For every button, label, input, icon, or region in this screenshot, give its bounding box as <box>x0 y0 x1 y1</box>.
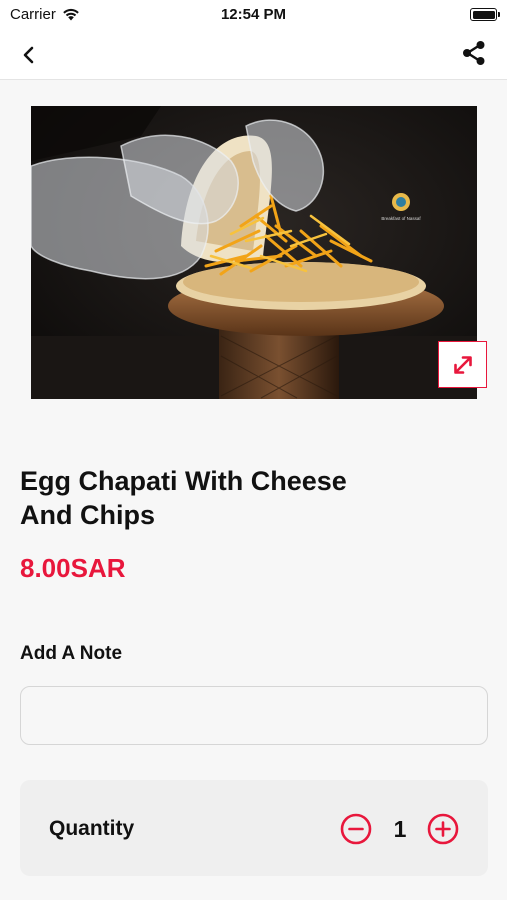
product-image[interactable]: Breakfast of Nassaf <box>31 106 477 399</box>
image-logo-text: Breakfast of Nassaf <box>381 216 421 221</box>
share-icon <box>463 41 485 65</box>
plus-circle-icon <box>427 813 459 845</box>
expand-image-button[interactable] <box>438 341 487 388</box>
note-input[interactable] <box>20 686 488 745</box>
product-title: Egg Chapati With Cheese And Chips <box>20 464 400 532</box>
product-price: 8.00SAR <box>20 553 126 583</box>
chevron-left-icon <box>23 46 34 64</box>
status-bar: Carrier 12:54 PM <box>0 0 507 30</box>
quantity-label: Quantity <box>49 817 135 840</box>
quantity-value: 1 <box>393 816 407 842</box>
product-title-line-2: And Chips <box>20 500 155 530</box>
minus-circle-icon <box>340 813 372 845</box>
decrease-quantity-button[interactable] <box>340 813 372 845</box>
status-time: 12:54 PM <box>220 6 287 23</box>
back-button[interactable] <box>14 40 44 70</box>
product-photo: Breakfast of Nassaf <box>31 106 477 399</box>
battery-icon <box>470 8 500 21</box>
share-button[interactable] <box>459 38 489 68</box>
quantity-card: Quantity 1 <box>20 780 488 876</box>
increase-quantity-button[interactable] <box>427 813 459 845</box>
expand-icon <box>453 355 472 374</box>
note-label: Add A Note <box>20 643 123 664</box>
product-title-line-1: Egg Chapati With Cheese <box>20 466 347 496</box>
navigation-bar <box>0 30 507 80</box>
